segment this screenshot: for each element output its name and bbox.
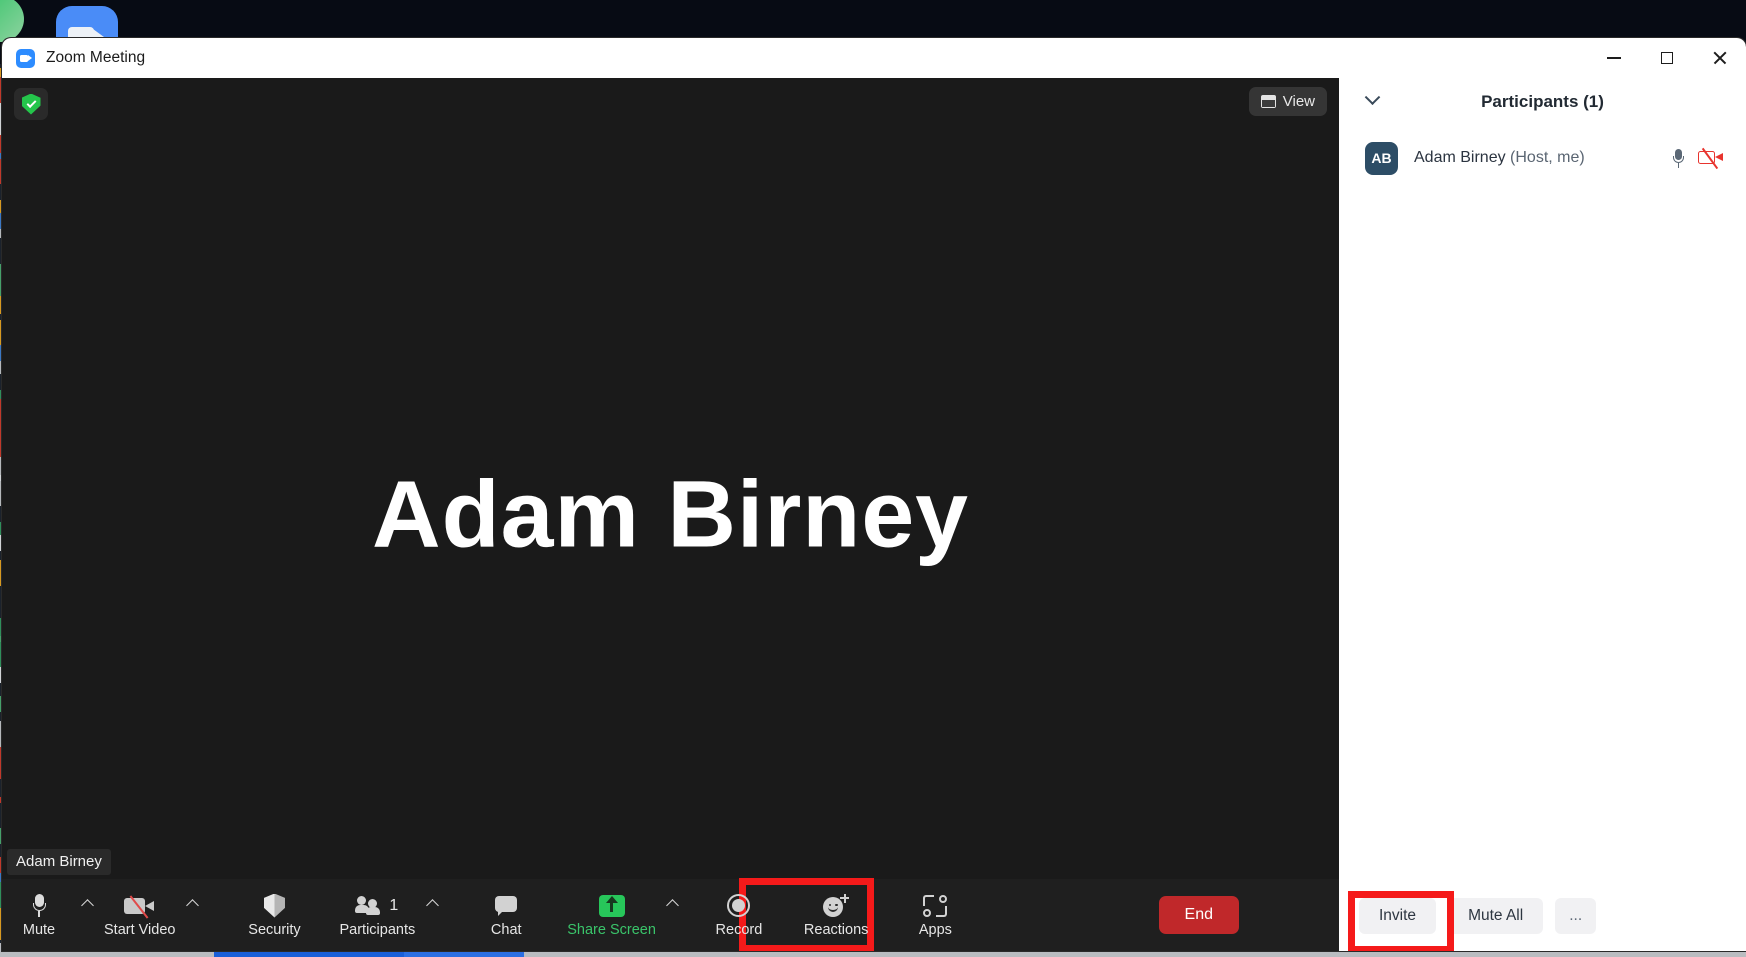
participants-button[interactable]: 1 Participants — [333, 883, 421, 947]
chevron-up-icon — [80, 899, 94, 912]
maximize-icon — [1660, 52, 1673, 64]
toolbar-group-share: Share Screen — [561, 883, 684, 947]
close-icon — [1712, 50, 1728, 66]
zoom-meeting-window: Zoom Meeting View Adam Birney Adam Birne… — [2, 38, 1746, 951]
participants-count-badge: 1 — [389, 896, 399, 914]
participant-role: (Host, me) — [1510, 149, 1585, 166]
camera-off-icon[interactable] — [1698, 147, 1724, 170]
share-options-caret[interactable] — [662, 883, 684, 947]
microphone-icon — [32, 892, 46, 919]
record-button[interactable]: Record — [702, 883, 776, 947]
mute-all-button[interactable]: Mute All — [1448, 898, 1544, 934]
smiley-plus-icon — [823, 892, 850, 919]
participants-panel-header: Participants (1) — [1339, 78, 1746, 125]
chat-bubble-icon — [494, 892, 518, 919]
encryption-status-badge[interactable] — [14, 88, 48, 120]
window-title: Zoom Meeting — [46, 49, 146, 66]
mute-button[interactable]: Mute — [2, 883, 76, 947]
toolbar-group-video: Start Video — [98, 883, 203, 947]
record-circle-icon — [727, 892, 751, 919]
audio-options-caret[interactable] — [76, 883, 98, 947]
participant-row-icons — [1673, 147, 1724, 170]
desktop-decoration — [0, 0, 24, 42]
panel-collapse-button[interactable] — [1359, 89, 1385, 115]
start-video-button-label: Start Video — [104, 922, 176, 938]
record-button-label: Record — [715, 922, 763, 938]
invite-button[interactable]: Invite — [1359, 898, 1437, 934]
people-icon: 1 — [355, 892, 399, 919]
toolbar-group-audio: Mute — [2, 883, 98, 947]
window-body: View Adam Birney Adam Birney Mute Start … — [2, 78, 1746, 951]
more-options-button[interactable]: ... — [1555, 898, 1597, 934]
chat-button-label: Chat — [490, 922, 522, 938]
participants-list: AB Adam Birney (Host, me) — [1339, 125, 1746, 881]
zoom-logo-icon — [16, 48, 35, 68]
share-screen-button[interactable]: Share Screen — [561, 883, 662, 947]
shield-icon — [263, 892, 285, 919]
checkmark — [26, 97, 36, 108]
microphone-icon[interactable] — [1673, 148, 1684, 168]
view-button[interactable]: View — [1248, 87, 1327, 116]
participants-panel-title: Participants (1) — [1481, 91, 1604, 111]
window-titlebar: Zoom Meeting — [2, 38, 1746, 78]
end-meeting-button[interactable]: End — [1158, 896, 1239, 934]
avatar: AB — [1365, 141, 1398, 175]
camera-off-icon — [123, 892, 156, 919]
apps-button[interactable]: Apps — [898, 883, 972, 947]
maximize-button[interactable] — [1640, 38, 1693, 78]
window-controls — [1587, 38, 1746, 78]
participants-panel: Participants (1) AB Adam Birney (Host, m… — [1339, 78, 1746, 951]
apps-icon — [923, 892, 948, 919]
reactions-button-label: Reactions — [803, 922, 869, 938]
participants-button-label: Participants — [339, 922, 416, 938]
start-video-button[interactable]: Start Video — [98, 883, 181, 947]
share-screen-button-label: Share Screen — [567, 922, 656, 938]
minimize-icon — [1606, 57, 1621, 59]
share-screen-icon — [598, 892, 625, 919]
apps-button-label: Apps — [918, 922, 952, 938]
active-speaker-name: Adam Birney — [371, 461, 970, 567]
chat-button[interactable]: Chat — [469, 883, 543, 947]
security-button[interactable]: Security — [237, 883, 311, 947]
participant-name: Adam Birney (Host, me) — [1414, 149, 1585, 167]
participants-panel-footer: Invite Mute All ... — [1339, 881, 1746, 951]
mute-button-label: Mute — [22, 922, 56, 938]
list-item[interactable]: AB Adam Birney (Host, me) — [1339, 132, 1746, 184]
chevron-up-icon — [186, 899, 199, 912]
layout-grid-icon — [1260, 95, 1276, 108]
meeting-toolbar: Mute Start Video Security 1 Participants… — [2, 878, 1339, 951]
toolbar-group-participants: 1 Participants — [333, 878, 875, 951]
video-tile-name-label: Adam Birney — [7, 849, 111, 875]
view-button-label: View — [1282, 93, 1315, 110]
minimize-button[interactable] — [1587, 38, 1640, 78]
chevron-up-icon — [425, 899, 439, 912]
video-options-caret[interactable] — [181, 883, 203, 947]
participant-display-name: Adam Birney — [1414, 149, 1506, 166]
video-stage: View Adam Birney Adam Birney Mute Start … — [2, 78, 1339, 951]
participants-options-caret[interactable] — [421, 883, 443, 947]
security-button-label: Security — [248, 922, 301, 938]
chevron-up-icon — [666, 899, 680, 912]
close-button[interactable] — [1693, 38, 1746, 78]
reactions-button[interactable]: Reactions — [798, 883, 874, 947]
green-shield-check-icon — [21, 93, 41, 115]
chevron-down-icon — [1364, 89, 1380, 106]
